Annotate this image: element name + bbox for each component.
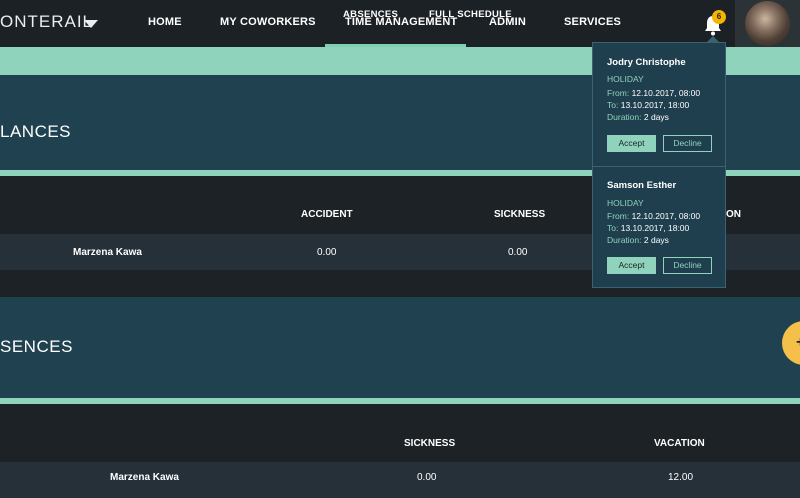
- column-header-accident: ACCIDENT: [301, 209, 353, 220]
- duration-line: Duration: 2 days: [607, 112, 669, 122]
- to-line: To: 13.10.2017, 18:00: [607, 100, 690, 110]
- requester-name: Jodry Christophe: [607, 57, 686, 68]
- notification-count-badge: 6: [712, 10, 726, 24]
- row-accident-value: 0.00: [317, 247, 337, 258]
- caret-down-icon[interactable]: [84, 20, 98, 28]
- column-header-vacation: VACATION: [654, 438, 705, 449]
- notification-item: Samson Esther HOLIDAY From: 12.10.2017, …: [593, 167, 725, 289]
- column-header-sickness: SICKNESS: [404, 438, 456, 449]
- absence-type: HOLIDAY: [607, 198, 644, 208]
- decline-button[interactable]: Decline: [663, 135, 712, 152]
- avatar[interactable]: [745, 1, 790, 46]
- row-vacation-value: 12.00: [668, 472, 694, 483]
- balances-title: LANCES: [0, 122, 72, 141]
- accept-button[interactable]: Accept: [607, 135, 656, 152]
- row-employee-name: Marzena Kawa: [73, 247, 142, 258]
- plus-icon: +: [796, 334, 800, 352]
- subnav-full-schedule[interactable]: FULL SCHEDULE: [429, 9, 512, 20]
- absences-accent-bar: [0, 398, 800, 404]
- from-line: From: 12.10.2017, 08:00: [607, 88, 701, 98]
- row-sickness-value: 0.00: [508, 247, 528, 258]
- notification-item: Jodry Christophe HOLIDAY From: 12.10.201…: [593, 43, 725, 167]
- nav-services[interactable]: SERVICES: [564, 16, 621, 28]
- notifications-dropdown: Jodry Christophe HOLIDAY From: 12.10.201…: [592, 42, 726, 288]
- accept-button[interactable]: Accept: [607, 257, 656, 274]
- requester-name: Samson Esther: [607, 180, 677, 191]
- from-line: From: 12.10.2017, 08:00: [607, 211, 701, 221]
- nav-home[interactable]: HOME: [148, 16, 182, 28]
- absences-title: SENCES: [0, 337, 73, 356]
- decline-button[interactable]: Decline: [663, 257, 712, 274]
- row-employee-name: Marzena Kawa: [110, 472, 179, 483]
- row-sickness-value: 0.00: [417, 472, 437, 483]
- nav-my-coworkers[interactable]: MY COWORKERS: [220, 16, 316, 28]
- absence-type: HOLIDAY: [607, 74, 644, 84]
- duration-line: Duration: 2 days: [607, 235, 669, 245]
- subnav-absences[interactable]: ABSENCES: [343, 9, 398, 20]
- to-line: To: 13.10.2017, 18:00: [607, 223, 690, 233]
- brand-logo[interactable]: ONTERAIL: [0, 12, 93, 32]
- column-header-vacation: ON: [726, 209, 741, 220]
- column-header-sickness: SICKNESS: [494, 209, 546, 220]
- absences-section-header: [0, 297, 800, 398]
